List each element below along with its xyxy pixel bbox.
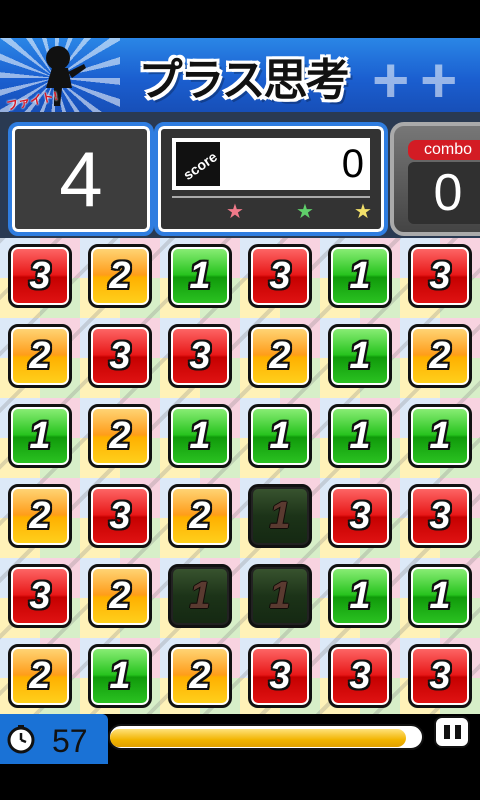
tile-number: 3 (189, 334, 211, 377)
tile-number: 1 (189, 414, 211, 457)
number-tile-selected[interactable]: 1 (248, 564, 312, 628)
tile-number: 2 (429, 334, 451, 377)
plus-decoration-icon: + (372, 44, 410, 116)
tile-number: 3 (109, 334, 131, 377)
timer-value: 57 (52, 723, 88, 759)
tile-number: 2 (109, 254, 131, 297)
number-tile[interactable]: 1 (408, 404, 472, 468)
number-tile[interactable]: 3 (328, 484, 392, 548)
clock-icon (7, 725, 35, 754)
tile-number: 1 (429, 414, 451, 457)
star-icon: ★ (296, 201, 314, 223)
score-panel: score 0 ★ ★ ★ (154, 122, 388, 236)
number-tile[interactable]: 2 (88, 564, 152, 628)
pause-button[interactable] (434, 716, 470, 748)
number-tile[interactable]: 1 (328, 244, 392, 308)
tile-number: 1 (349, 254, 371, 297)
number-tile[interactable]: 1 (248, 404, 312, 468)
number-tile[interactable]: 1 (168, 244, 232, 308)
tile-number: 1 (349, 414, 371, 457)
number-tile[interactable]: 1 (88, 644, 152, 708)
combo-value: 0 (408, 162, 480, 224)
number-tile[interactable]: 2 (88, 404, 152, 468)
pause-icon (443, 725, 461, 739)
tile-number: 3 (109, 494, 131, 537)
star-icon: ★ (354, 201, 372, 223)
tile-number: 2 (109, 414, 131, 457)
tile-number: 3 (349, 494, 371, 537)
game-title: プラス思考 (120, 44, 366, 108)
tile-number: 1 (269, 494, 291, 537)
tile-number: 1 (189, 254, 211, 297)
tile-number: 3 (269, 654, 291, 697)
tile-number: 2 (269, 334, 291, 377)
number-tile-selected[interactable]: 1 (248, 484, 312, 548)
number-tile[interactable]: 2 (8, 484, 72, 548)
tile-number: 2 (29, 494, 51, 537)
number-tile[interactable]: 2 (168, 644, 232, 708)
number-tile[interactable]: 1 (168, 404, 232, 468)
tile-number: 2 (29, 654, 51, 697)
number-tile[interactable]: 2 (248, 324, 312, 388)
tile-number: 3 (349, 654, 371, 697)
tile-number: 3 (429, 494, 451, 537)
status-bar (0, 0, 480, 38)
number-tile[interactable]: 3 (248, 644, 312, 708)
number-tile[interactable]: 3 (8, 244, 72, 308)
game-title-text: プラス思考 (138, 56, 349, 105)
tile-number: 2 (189, 654, 211, 697)
number-tile[interactable]: 1 (328, 324, 392, 388)
plus-decoration-icon: + (420, 44, 458, 116)
number-tile[interactable]: 1 (328, 564, 392, 628)
tile-number: 3 (269, 254, 291, 297)
time-remaining-fill (110, 729, 407, 747)
moves-left-value: 4 (59, 134, 103, 223)
score-label: score (180, 148, 220, 183)
tile-number: 1 (429, 574, 451, 617)
number-tile[interactable]: 1 (8, 404, 72, 468)
number-tile[interactable]: 3 (408, 244, 472, 308)
number-tile[interactable]: 3 (168, 324, 232, 388)
number-tile[interactable]: 3 (328, 644, 392, 708)
tile-number: 1 (349, 574, 371, 617)
number-tile[interactable]: 2 (8, 324, 72, 388)
number-tile-selected[interactable]: 1 (168, 564, 232, 628)
time-remaining-bar (108, 724, 424, 750)
number-tile[interactable]: 3 (88, 324, 152, 388)
tile-number: 1 (189, 574, 211, 617)
combo-panel: combo 0 (390, 122, 480, 236)
score-label-badge: score (176, 142, 220, 186)
tile-number: 2 (29, 334, 51, 377)
tile-number: 3 (429, 654, 451, 697)
number-tile[interactable]: 3 (408, 644, 472, 708)
number-tile[interactable]: 3 (248, 244, 312, 308)
tile-number: 1 (269, 414, 291, 457)
number-tile[interactable]: 2 (408, 324, 472, 388)
tile-number: 1 (349, 334, 371, 377)
number-tile[interactable]: 2 (168, 484, 232, 548)
game-board: 3 2 1 3 1 3 2 3 3 2 1 2 1 2 1 1 1 1 2 3 2 1 3 3 3 2 1 1 1 1 2 1 2 3 3 3 (0, 238, 480, 714)
moves-left-panel: 4 (8, 122, 154, 236)
tile-number: 3 (29, 574, 51, 617)
number-tile[interactable]: 2 (8, 644, 72, 708)
tile-number: 3 (429, 254, 451, 297)
number-tile[interactable]: 3 (408, 484, 472, 548)
tile-number: 2 (109, 574, 131, 617)
number-tile[interactable]: 1 (408, 564, 472, 628)
star-icon: ★ (226, 201, 244, 223)
tile-number: 1 (29, 414, 51, 457)
tile-number: 3 (29, 254, 51, 297)
number-tile[interactable]: 3 (8, 564, 72, 628)
tile-number: 1 (269, 574, 291, 617)
number-tile[interactable]: 1 (328, 404, 392, 468)
score-progress-track (172, 196, 370, 198)
score-value: 0 (341, 142, 364, 186)
number-tile[interactable]: 3 (88, 484, 152, 548)
tile-number: 1 (109, 654, 131, 697)
combo-label: combo (408, 140, 480, 160)
number-tile[interactable]: 2 (88, 244, 152, 308)
tile-number: 2 (189, 494, 211, 537)
